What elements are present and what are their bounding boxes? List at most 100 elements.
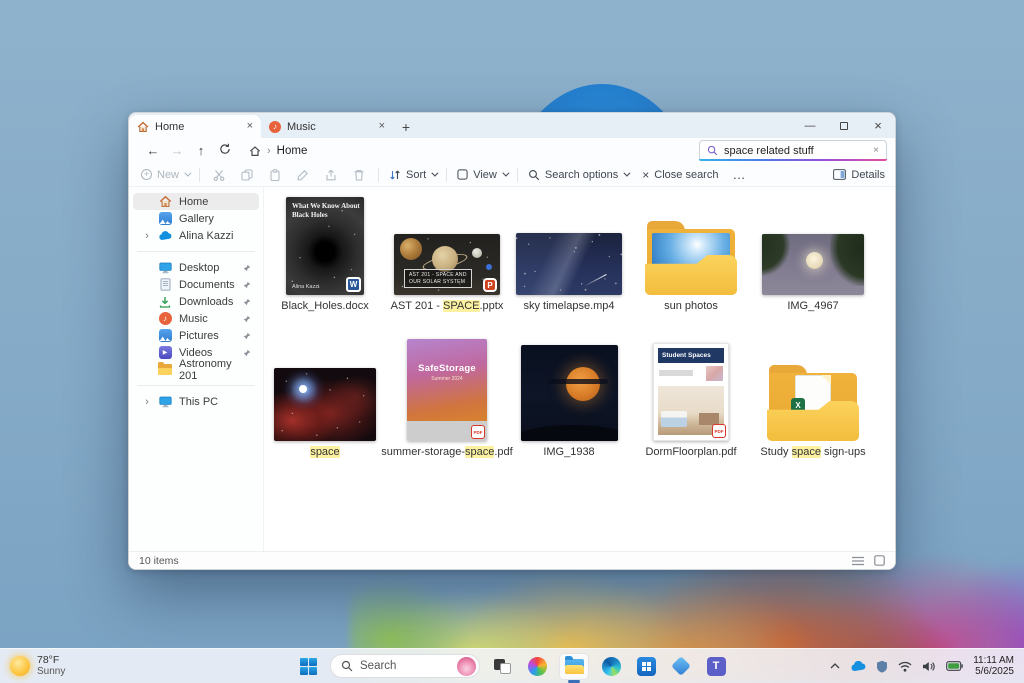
paste-button[interactable] bbox=[266, 169, 284, 181]
item-count: 10 items bbox=[139, 555, 179, 567]
expander-chevron-icon[interactable]: › bbox=[143, 230, 151, 242]
sidebar-item-desktop[interactable]: Desktop bbox=[133, 259, 259, 276]
search-options-button[interactable]: Search options bbox=[528, 169, 628, 181]
tab-close-icon[interactable]: × bbox=[379, 121, 385, 132]
sidebar-item-gallery[interactable]: Gallery bbox=[133, 210, 259, 227]
file-name: summer-storage-space.pdf bbox=[381, 446, 512, 459]
file-tile-img-4967[interactable]: IMG_4967 bbox=[752, 234, 874, 313]
minimize-button[interactable]: — bbox=[793, 113, 827, 138]
start-button[interactable] bbox=[295, 653, 321, 679]
see-more-button[interactable]: … bbox=[732, 167, 746, 182]
file-tile-summer-storage-space-pdf[interactable]: SafeStorage Summer 2024 PDF summer-stora… bbox=[386, 339, 508, 459]
pictures-icon bbox=[158, 329, 172, 343]
taskbar-search-box[interactable]: Search bbox=[330, 654, 480, 678]
microsoft-store-button[interactable] bbox=[633, 653, 659, 679]
wifi-icon[interactable] bbox=[898, 661, 912, 672]
tab-home[interactable]: Home × bbox=[129, 115, 261, 138]
clock[interactable]: 11:11 AM 5/6/2025 bbox=[973, 655, 1014, 678]
close-search-button[interactable]: × Close search bbox=[642, 168, 718, 182]
search-icon bbox=[341, 660, 353, 672]
close-button[interactable]: × bbox=[861, 113, 895, 138]
sidebar-item-label: Home bbox=[179, 196, 208, 208]
details-label: Details bbox=[851, 169, 885, 181]
edge-icon bbox=[602, 657, 621, 676]
toolbar-separator bbox=[446, 168, 447, 182]
folder-tile-study-space-sign-ups[interactable]: X Study space sign-ups bbox=[752, 365, 874, 459]
teams-button[interactable]: T bbox=[703, 653, 729, 679]
maximize-button[interactable] bbox=[827, 113, 861, 138]
pin-icon bbox=[243, 349, 251, 357]
onedrive-tray-icon[interactable] bbox=[850, 661, 866, 672]
chevron-right-icon: › bbox=[267, 145, 271, 157]
sidebar-item-downloads[interactable]: Downloads bbox=[133, 293, 259, 310]
new-tab-button[interactable]: + bbox=[393, 115, 419, 138]
sort-label: Sort bbox=[406, 169, 426, 181]
folder-name: Study space sign-ups bbox=[760, 446, 865, 459]
up-button[interactable]: ↑ bbox=[189, 143, 213, 158]
battery-icon[interactable] bbox=[946, 661, 963, 671]
delete-button[interactable] bbox=[350, 169, 368, 181]
photo-thumbnail bbox=[521, 345, 618, 441]
sidebar-item-onedrive[interactable]: › Alina Kazzi bbox=[133, 227, 259, 244]
weather-widget[interactable]: 78°F Sunny bbox=[10, 654, 65, 678]
back-button[interactable]: ← bbox=[141, 143, 165, 158]
windows-logo-icon bbox=[300, 658, 317, 675]
sidebar-item-this-pc[interactable]: › This PC bbox=[133, 393, 259, 410]
security-shield-tray-icon[interactable] bbox=[876, 660, 888, 673]
forward-button[interactable]: → bbox=[165, 143, 189, 158]
sidebar-item-astronomy-201[interactable]: Astronomy 201 bbox=[133, 361, 259, 378]
file-tile-dorm-floorplan-pdf[interactable]: Student Spaces PDF DormFloorplan.pdf bbox=[630, 343, 752, 459]
toolbar-separator bbox=[378, 168, 379, 182]
expander-chevron-icon[interactable]: › bbox=[143, 396, 151, 408]
clock-time: 11:11 AM bbox=[973, 655, 1014, 667]
toolbar-separator bbox=[517, 168, 518, 182]
moon-art bbox=[806, 252, 823, 269]
file-tile-sky-timelapse-mp4[interactable]: sky timelapse.mp4 bbox=[508, 233, 630, 313]
tab-label: Music bbox=[287, 121, 316, 133]
powerpoint-badge-icon: P bbox=[483, 278, 497, 292]
sidebar-item-documents[interactable]: Documents bbox=[133, 276, 259, 293]
plus-circle-icon: + bbox=[141, 169, 152, 180]
refresh-button[interactable] bbox=[213, 143, 237, 158]
task-view-icon bbox=[494, 659, 511, 674]
copilot-button[interactable] bbox=[524, 653, 550, 679]
copy-button[interactable] bbox=[238, 169, 256, 181]
file-tile-space[interactable]: space bbox=[264, 368, 386, 459]
list-view-toggle-icon[interactable] bbox=[852, 556, 864, 566]
tree-silhouette-art bbox=[830, 234, 864, 286]
edge-button[interactable] bbox=[598, 653, 624, 679]
task-view-button[interactable] bbox=[489, 653, 515, 679]
rename-button[interactable] bbox=[294, 169, 312, 181]
view-button[interactable]: View bbox=[457, 169, 507, 181]
tab-close-icon[interactable]: × bbox=[247, 121, 253, 132]
folder-tile-sun-photos[interactable]: sun photos bbox=[630, 221, 752, 313]
search-label: Search bbox=[360, 660, 396, 672]
word-badge-icon: W bbox=[346, 277, 361, 292]
sidebar-item-music[interactable]: ♪ Music bbox=[133, 310, 259, 327]
planet-dot-art bbox=[486, 264, 492, 270]
pdf-thumbnail: Student Spaces PDF bbox=[653, 343, 729, 441]
volume-icon[interactable] bbox=[922, 661, 936, 672]
breadcrumb[interactable]: › Home bbox=[249, 145, 307, 157]
file-tile-img-1938[interactable]: IMG_1938 bbox=[508, 345, 630, 459]
cut-button[interactable] bbox=[210, 169, 228, 181]
clear-search-icon[interactable]: × bbox=[873, 145, 879, 156]
tab-music[interactable]: ♪ Music × bbox=[261, 115, 393, 138]
file-tile-ast-201-space-pptx[interactable]: AST 201 - SPACE ANDOUR SOLAR SYSTEM P AS… bbox=[386, 234, 508, 313]
share-button[interactable] bbox=[322, 169, 340, 181]
store-icon bbox=[637, 657, 656, 676]
file-explorer-taskbar-button[interactable] bbox=[559, 653, 589, 680]
chevron-down-icon bbox=[184, 170, 191, 177]
file-tile-black-holes-docx[interactable]: What We Know About Black Holes Alina Kaz… bbox=[264, 197, 386, 313]
sidebar-item-pictures[interactable]: Pictures bbox=[133, 327, 259, 344]
thumbnail-view-toggle-icon[interactable] bbox=[874, 555, 885, 566]
m365-copilot-button[interactable] bbox=[668, 653, 694, 679]
search-input[interactable] bbox=[724, 145, 866, 157]
doc-cover-author: Alina Kazzi bbox=[292, 284, 319, 290]
explorer-search-box[interactable]: × bbox=[699, 140, 887, 161]
details-pane-button[interactable]: Details bbox=[833, 169, 885, 181]
sort-button[interactable]: Sort bbox=[389, 169, 436, 181]
sidebar-item-home[interactable]: Home bbox=[133, 193, 259, 210]
new-button[interactable]: + New bbox=[141, 169, 189, 181]
tray-chevron-up-icon[interactable] bbox=[830, 663, 840, 669]
